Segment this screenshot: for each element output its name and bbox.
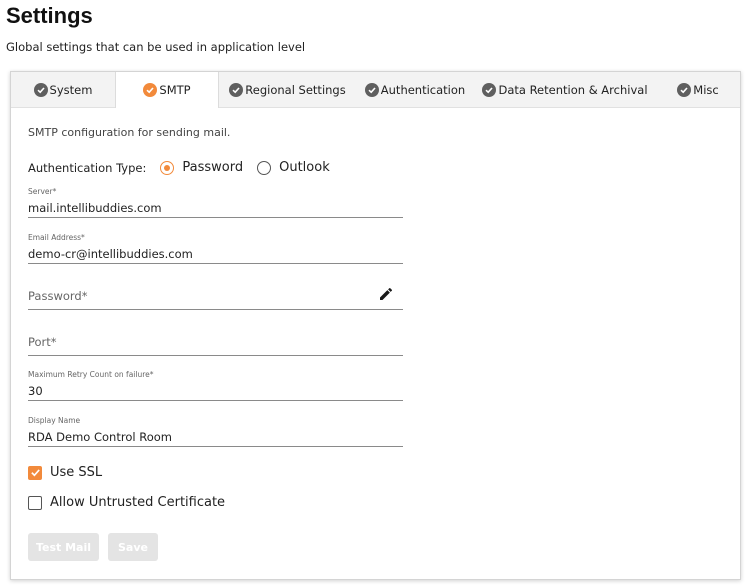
server-value: mail.intellibuddies.com xyxy=(28,201,162,215)
password-field[interactable]: Password* xyxy=(28,281,403,310)
auth-type-row: Authentication Type: Password Outlook xyxy=(28,160,330,175)
password-label: Password* xyxy=(28,289,88,303)
display-name-value: RDA Demo Control Room xyxy=(28,430,172,444)
check-circle-icon xyxy=(677,82,692,97)
save-button[interactable]: Save xyxy=(108,533,158,561)
use-ssl-checkbox[interactable]: Use SSL xyxy=(28,465,102,480)
smtp-description: SMTP configuration for sending mail. xyxy=(28,126,231,139)
test-mail-button[interactable]: Test Mail xyxy=(28,533,99,561)
check-circle-icon xyxy=(229,82,244,97)
email-field[interactable]: Email Address* demo-cr@intellibuddies.co… xyxy=(28,233,403,264)
retry-count-field[interactable]: Maximum Retry Count on failure* 30 xyxy=(28,370,403,401)
allow-untrusted-label: Allow Untrusted Certificate xyxy=(50,495,226,510)
radio-selected-icon xyxy=(160,160,175,175)
settings-card: System SMTP Regional Settings Authentica… xyxy=(10,71,741,580)
radio-label: Outlook xyxy=(279,160,330,175)
tab-label: Data Retention & Archival xyxy=(498,82,648,97)
check-circle-icon xyxy=(482,82,497,97)
tab-bar: System SMTP Regional Settings Authentica… xyxy=(11,72,740,108)
tab-misc[interactable]: Misc xyxy=(656,72,740,107)
tab-smtp[interactable]: SMTP xyxy=(115,72,219,108)
checkbox-checked-icon xyxy=(28,465,42,480)
check-circle-icon xyxy=(364,82,379,97)
tab-label: System xyxy=(49,82,93,97)
tab-data-retention[interactable]: Data Retention & Archival xyxy=(474,72,656,107)
tab-authentication[interactable]: Authentication xyxy=(356,72,474,107)
checkbox-unchecked-icon xyxy=(28,495,42,510)
auth-radio-password[interactable]: Password xyxy=(160,160,243,175)
tab-label: Regional Settings xyxy=(245,82,346,97)
display-name-field[interactable]: Display Name RDA Demo Control Room xyxy=(28,416,403,447)
port-label: Port* xyxy=(28,335,57,349)
radio-label: Password xyxy=(182,160,244,175)
pencil-icon[interactable] xyxy=(378,286,394,302)
check-circle-icon xyxy=(33,82,48,97)
auth-radio-outlook[interactable]: Outlook xyxy=(257,160,330,175)
port-field[interactable]: Port* xyxy=(28,327,403,356)
retry-count-value: 30 xyxy=(28,384,43,398)
server-field[interactable]: Server* mail.intellibuddies.com xyxy=(28,187,403,218)
email-value: demo-cr@intellibuddies.com xyxy=(28,247,193,261)
display-name-label: Display Name xyxy=(28,416,81,425)
tab-system[interactable]: System xyxy=(11,72,115,107)
auth-type-label: Authentication Type: xyxy=(28,160,147,175)
tab-label: Authentication xyxy=(380,82,466,97)
email-label: Email Address* xyxy=(28,233,85,242)
server-label: Server* xyxy=(28,187,57,196)
allow-untrusted-checkbox[interactable]: Allow Untrusted Certificate xyxy=(28,495,225,510)
tab-label: SMTP xyxy=(159,83,191,97)
radio-unselected-icon xyxy=(257,160,272,175)
page-title: Settings xyxy=(6,3,93,28)
page-subtitle: Global settings that can be used in appl… xyxy=(6,40,306,54)
retry-count-label: Maximum Retry Count on failure* xyxy=(28,370,154,379)
check-circle-icon xyxy=(143,83,158,97)
use-ssl-label: Use SSL xyxy=(50,465,103,480)
tab-regional-settings[interactable]: Regional Settings xyxy=(219,72,356,107)
tab-label: Misc xyxy=(693,82,719,97)
